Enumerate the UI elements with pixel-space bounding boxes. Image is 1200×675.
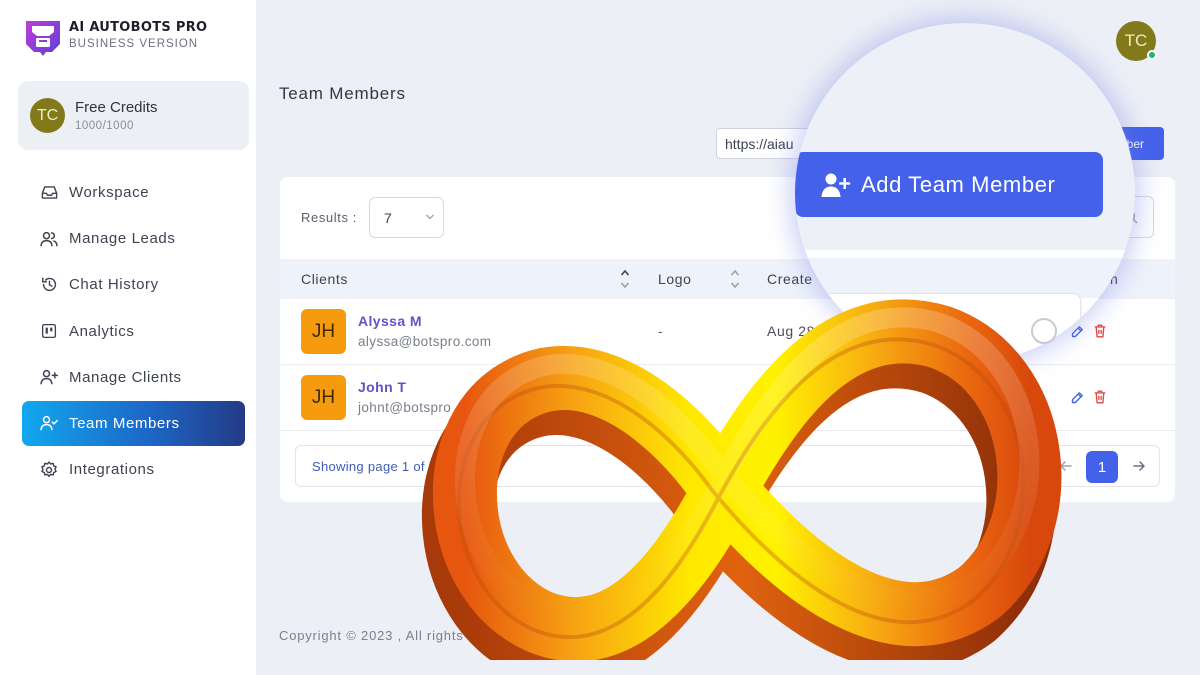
sidebar-item-manage-clients[interactable]: Manage Clients [22, 355, 245, 400]
brand[interactable]: AI AUTOBOTS PRO BUSINESS VERSION [22, 18, 207, 58]
arrow-right-icon[interactable] [1131, 458, 1147, 479]
credits-card[interactable]: TC Free Credits 1000/1000 [18, 81, 249, 150]
user-avatar[interactable]: TC [1116, 21, 1157, 61]
sidebar-item-label: Analytics [69, 322, 135, 340]
sidebar-item-label: Team Members [69, 414, 180, 432]
brand-title: AI AUTOBOTS PRO [69, 20, 208, 35]
member-name[interactable]: John T [358, 379, 406, 395]
analytics-icon [38, 320, 60, 342]
member-name[interactable]: Alyssa M [358, 313, 422, 329]
page-title: Team Members [279, 84, 406, 103]
sidebar: AI AUTOBOTS PRO BUSINESS VERSION TC Free… [0, 0, 256, 675]
results-label: Results : [301, 210, 357, 225]
gear-icon [38, 459, 60, 481]
avatar-initials: TC [1124, 31, 1148, 50]
column-header-clients[interactable]: Clients [301, 271, 348, 287]
robot-logo-icon [26, 21, 60, 56]
sidebar-item-integrations[interactable]: Integrations [22, 447, 245, 492]
page-button[interactable]: 1 [1086, 451, 1118, 483]
sort-icon[interactable] [730, 268, 740, 293]
sidebar-item-chat-history[interactable]: Chat History [22, 262, 245, 307]
delete-icon[interactable] [1093, 389, 1107, 410]
user-plus-icon [38, 366, 60, 388]
sidebar-item-label: Manage Clients [69, 368, 182, 386]
sidebar-item-label: Integrations [69, 461, 155, 479]
credits-value: 1000/1000 [75, 120, 134, 132]
sidebar-item-workspace[interactable]: Workspace [22, 170, 245, 215]
avatar: TC [30, 98, 65, 133]
online-status-dot [1147, 50, 1157, 60]
results-per-page-select[interactable]: 7 [369, 197, 444, 238]
credits-title: Free Credits [75, 99, 158, 116]
sidebar-item-label: Manage Leads [69, 230, 176, 248]
add-team-member-button-zoomed[interactable]: Add Team Member [795, 152, 1103, 217]
add-button-label: Add Team Member [861, 171, 1056, 197]
avatar: JH [301, 309, 346, 354]
sidebar-item-manage-leads[interactable]: Manage Leads [22, 216, 245, 261]
sidebar-item-team-members[interactable]: Team Members [22, 400, 245, 446]
sidebar-item-label: Chat History [69, 276, 159, 294]
history-icon [38, 274, 60, 296]
infinity-graphic [422, 299, 1062, 660]
pagination-status: Showing page 1 of [312, 459, 425, 474]
edit-icon[interactable] [1070, 390, 1085, 410]
inbox-icon [38, 182, 60, 204]
brand-subtitle: BUSINESS VERSION [69, 38, 199, 50]
user-check-icon [38, 412, 60, 434]
results-value: 7 [384, 210, 392, 226]
sort-icon[interactable] [620, 268, 630, 293]
sidebar-item-analytics[interactable]: Analytics [22, 309, 245, 354]
user-plus-icon [821, 173, 851, 197]
column-header-logo[interactable]: Logo [658, 271, 692, 287]
users-icon [38, 228, 60, 250]
avatar: JH [301, 375, 346, 420]
chevron-down-icon [425, 210, 435, 227]
sidebar-nav: Workspace Manage Leads Chat History Anal… [22, 170, 245, 493]
sidebar-item-label: Workspace [69, 184, 150, 201]
